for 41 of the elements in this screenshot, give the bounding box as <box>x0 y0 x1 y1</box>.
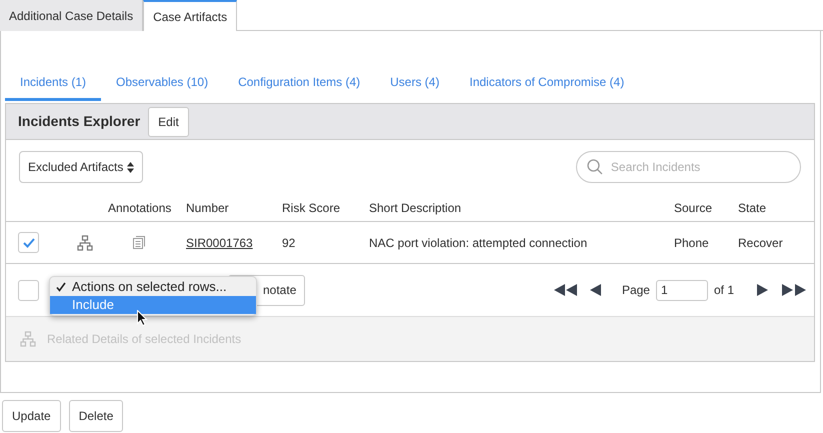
tab[interactable]: Additional Case Details <box>0 0 144 31</box>
check-icon <box>56 282 66 292</box>
first-page-icon[interactable] <box>554 284 578 296</box>
column-header: State <box>738 200 768 216</box>
table-cell-text: Phone <box>674 234 710 252</box>
column-header: Annotations <box>108 200 172 216</box>
action-button[interactable]: Delete <box>68 400 124 432</box>
edit-button[interactable]: Edit <box>148 106 189 136</box>
action-button[interactable]: Update <box>2 400 61 432</box>
search-field[interactable]: Search Incidents <box>576 151 801 183</box>
filter-select[interactable]: Excluded Artifacts <box>19 151 144 183</box>
column-header: Number <box>186 200 230 216</box>
table-cell-text: 92 <box>282 234 296 252</box>
last-page-icon[interactable] <box>782 284 806 296</box>
sub-tab[interactable]: Configuration Items (4) <box>223 65 376 101</box>
number-link[interactable]: SIR0001763 <box>186 234 282 252</box>
row-checkbox[interactable] <box>18 232 39 253</box>
table-cell-text: NAC port violation: attempted connection <box>369 234 588 252</box>
sub-tab[interactable]: Indicators of Compromise (4) <box>454 65 640 101</box>
explorer-title: Incidents Explorer <box>18 112 140 131</box>
updown-icon <box>127 162 134 172</box>
table-cell-text: Recover <box>738 234 784 252</box>
tab[interactable]: Case Artifacts <box>143 0 238 31</box>
sub-tab[interactable]: Observables (10) <box>101 65 224 101</box>
page-count: of 1 <box>714 282 734 299</box>
previous-page-icon[interactable] <box>590 284 602 296</box>
checkmark-icon <box>22 238 34 248</box>
hierarchy-icon <box>20 331 36 347</box>
page-field[interactable]: 1 <box>656 280 708 300</box>
column-header: Risk Score <box>282 200 342 216</box>
search-input[interactable]: Search Incidents <box>610 158 790 176</box>
sub-tab[interactable]: Incidents (1) <box>5 65 102 101</box>
notes-icon[interactable] <box>133 236 145 249</box>
search-icon <box>587 159 603 175</box>
next-page-icon[interactable] <box>756 284 768 296</box>
sub-tab[interactable]: Users (4) <box>375 65 454 101</box>
page-label: Page <box>622 282 650 299</box>
column-header: Source <box>674 200 714 216</box>
select-all-checkbox[interactable] <box>18 280 39 300</box>
column-header: Short Description <box>369 200 462 216</box>
hierarchy-icon <box>77 234 93 250</box>
